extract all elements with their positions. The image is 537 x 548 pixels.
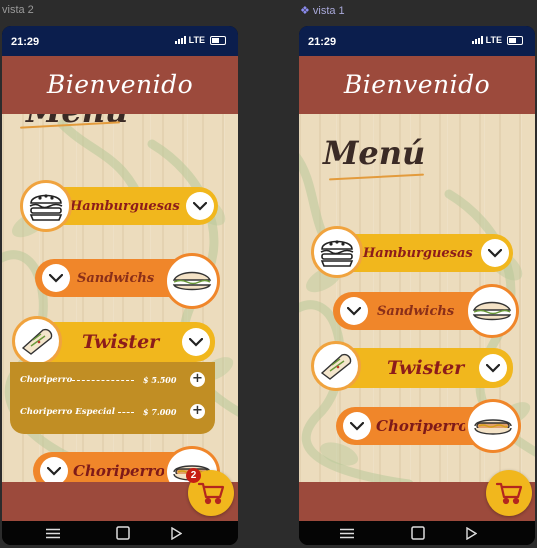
- item-name: Choriperro: [20, 375, 73, 385]
- category-label: Sandwichs: [77, 270, 155, 286]
- item-leader: [72, 380, 134, 381]
- network-type: LTE: [188, 35, 205, 45]
- home-nav-icon[interactable]: [115, 526, 131, 540]
- menu-nav-icon[interactable]: [339, 526, 355, 540]
- home-nav-icon[interactable]: [410, 526, 426, 540]
- status-indicators: LTE: [471, 35, 523, 45]
- sandwich-icon: [465, 284, 519, 338]
- signal-icon: [471, 36, 483, 44]
- header-title: Bienvenido: [46, 70, 194, 99]
- chevron-down-icon[interactable]: [182, 328, 210, 356]
- cart-button[interactable]: [486, 470, 532, 516]
- menu-title-underline: [329, 173, 424, 181]
- category-label: Hamburguesas: [70, 198, 180, 214]
- frame-label-vista-1: ❖ vista 1: [300, 4, 345, 17]
- menu-nav-icon[interactable]: [45, 526, 61, 540]
- chevron-down-icon[interactable]: [340, 297, 368, 325]
- add-item-button[interactable]: +: [190, 404, 205, 419]
- battery-icon: [210, 35, 226, 45]
- chevron-down-icon[interactable]: [186, 192, 214, 220]
- item-price: $ 7.000: [143, 407, 177, 417]
- frame-label-text: vista 1: [312, 5, 345, 17]
- chevron-down-icon[interactable]: [40, 457, 68, 482]
- category-label: Hamburguesas: [363, 245, 473, 261]
- cart-count-badge: 2: [186, 468, 201, 483]
- chevron-down-icon[interactable]: [42, 264, 70, 292]
- network-type: LTE: [485, 35, 502, 45]
- hotdog-icon: [465, 399, 521, 453]
- list-item: Choriperro Especial $ 7.000 +: [10, 402, 215, 422]
- category-label: Twister: [82, 331, 160, 353]
- category-label: Sandwichs: [377, 303, 455, 319]
- status-time: 21:29: [11, 36, 40, 48]
- status-bar: 21:29 LTE: [299, 26, 535, 56]
- header-title: Bienvenido: [343, 70, 491, 99]
- status-bar: 21:29 LTE: [2, 26, 238, 56]
- chevron-down-icon[interactable]: [343, 412, 371, 440]
- app-header: Bienvenido: [299, 56, 535, 114]
- back-nav-icon[interactable]: [463, 526, 479, 540]
- frame-label-vista-2: vista 2: [2, 4, 34, 16]
- chevron-down-icon[interactable]: [481, 239, 509, 267]
- phone-vista-2: 21:29 LTE Bienvenido Menú Hamburg: [2, 26, 238, 545]
- app-header: Bienvenido: [2, 56, 238, 114]
- back-nav-icon[interactable]: [168, 526, 184, 540]
- menu-title: Menú: [323, 134, 426, 172]
- category-label: Choriperro: [73, 462, 166, 480]
- wrap-icon: [12, 316, 62, 366]
- list-item: Choriperro $ 5.500 +: [10, 370, 215, 390]
- component-icon: ❖: [300, 5, 310, 17]
- category-label: Twister: [387, 357, 465, 379]
- phone-vista-1: 21:29 LTE Bienvenido Menú Hamburguesas S…: [299, 26, 535, 545]
- signal-icon: [174, 36, 186, 44]
- category-label: Choriperro: [376, 417, 469, 435]
- status-time: 21:29: [308, 36, 337, 48]
- twister-dropdown: Choriperro $ 5.500 + Choriperro Especial…: [10, 362, 215, 434]
- menu-content[interactable]: Menú Hamburguesas Sandwichs: [2, 114, 238, 482]
- chevron-down-icon[interactable]: [479, 354, 507, 382]
- cart-icon: [197, 482, 225, 505]
- burger-icon: [311, 226, 363, 278]
- burger-icon: [20, 180, 72, 232]
- cart-icon: [495, 482, 523, 505]
- sandwich-icon: [164, 253, 220, 309]
- status-indicators: LTE: [174, 35, 226, 45]
- wrap-icon: [311, 341, 361, 391]
- menu-content[interactable]: Menú Hamburguesas Sandwichs: [299, 114, 535, 482]
- add-item-button[interactable]: +: [190, 372, 205, 387]
- item-name: Choriperro Especial: [20, 407, 116, 417]
- android-nav-bar: [2, 521, 238, 545]
- android-nav-bar: [299, 521, 535, 545]
- item-leader: [118, 412, 134, 413]
- item-price: $ 5.500: [143, 375, 177, 385]
- battery-icon: [507, 35, 523, 45]
